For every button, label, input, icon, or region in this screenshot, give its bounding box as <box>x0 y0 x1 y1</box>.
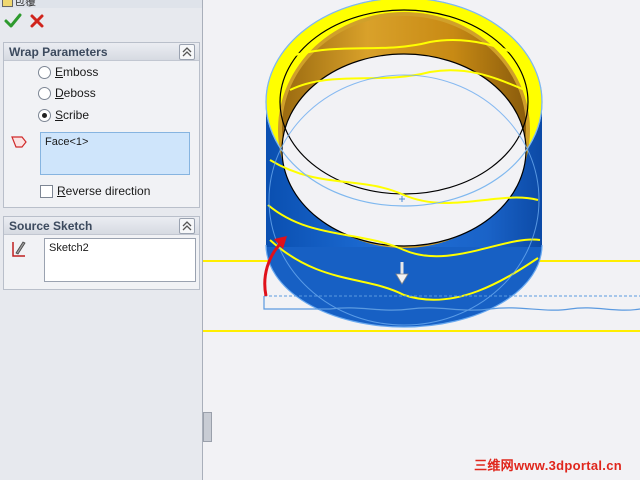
panel-splitter[interactable] <box>203 412 212 442</box>
watermark-text: 三维网www.3dportal.cn <box>474 458 622 473</box>
scribe-radio[interactable] <box>38 109 51 122</box>
collapse-group-button[interactable] <box>179 218 195 234</box>
emboss-radio[interactable] <box>38 66 51 79</box>
source-sketch-group: Source Sketch Sketch2 <box>3 216 200 290</box>
source-sketch-title: Source Sketch <box>9 219 93 233</box>
reverse-direction-checkbox[interactable] <box>40 185 53 198</box>
chevron-up-icon <box>182 221 192 231</box>
collapse-group-button[interactable] <box>179 44 195 60</box>
graphics-viewport[interactable] <box>203 0 640 480</box>
sketch-icon <box>12 241 26 257</box>
face-selection-icon <box>11 136 27 148</box>
check-icon <box>4 13 22 28</box>
deboss-radio[interactable] <box>38 87 51 100</box>
wrap-parameters-title: Wrap Parameters <box>9 45 108 59</box>
face-selection-value: Face<1> <box>45 136 89 148</box>
property-manager-panel: 包覆 Wrap Parameters Emboss Deboss Scribe … <box>0 0 203 480</box>
source-sketch-box[interactable]: Sketch2 <box>44 238 196 282</box>
action-bar <box>0 8 202 36</box>
close-icon <box>30 14 44 28</box>
ok-button[interactable] <box>3 10 23 32</box>
feature-title-bar: 包覆 <box>0 0 202 8</box>
wrap-parameters-header[interactable]: Wrap Parameters <box>4 43 199 61</box>
deboss-label: Deboss <box>55 86 96 100</box>
emboss-label: Emboss <box>55 65 99 79</box>
chevron-up-icon <box>182 47 192 57</box>
source-sketch-value: Sketch2 <box>49 242 89 254</box>
feature-title: 包覆 <box>14 0 36 8</box>
face-selection-box[interactable]: Face<1> <box>40 132 190 175</box>
hole-opening <box>281 53 527 247</box>
reverse-direction-label: Reverse direction <box>57 184 151 198</box>
wrap-feature-icon <box>2 0 13 7</box>
cancel-button[interactable] <box>28 10 48 32</box>
source-sketch-header[interactable]: Source Sketch <box>4 217 199 235</box>
scribe-label: Scribe <box>55 108 90 122</box>
